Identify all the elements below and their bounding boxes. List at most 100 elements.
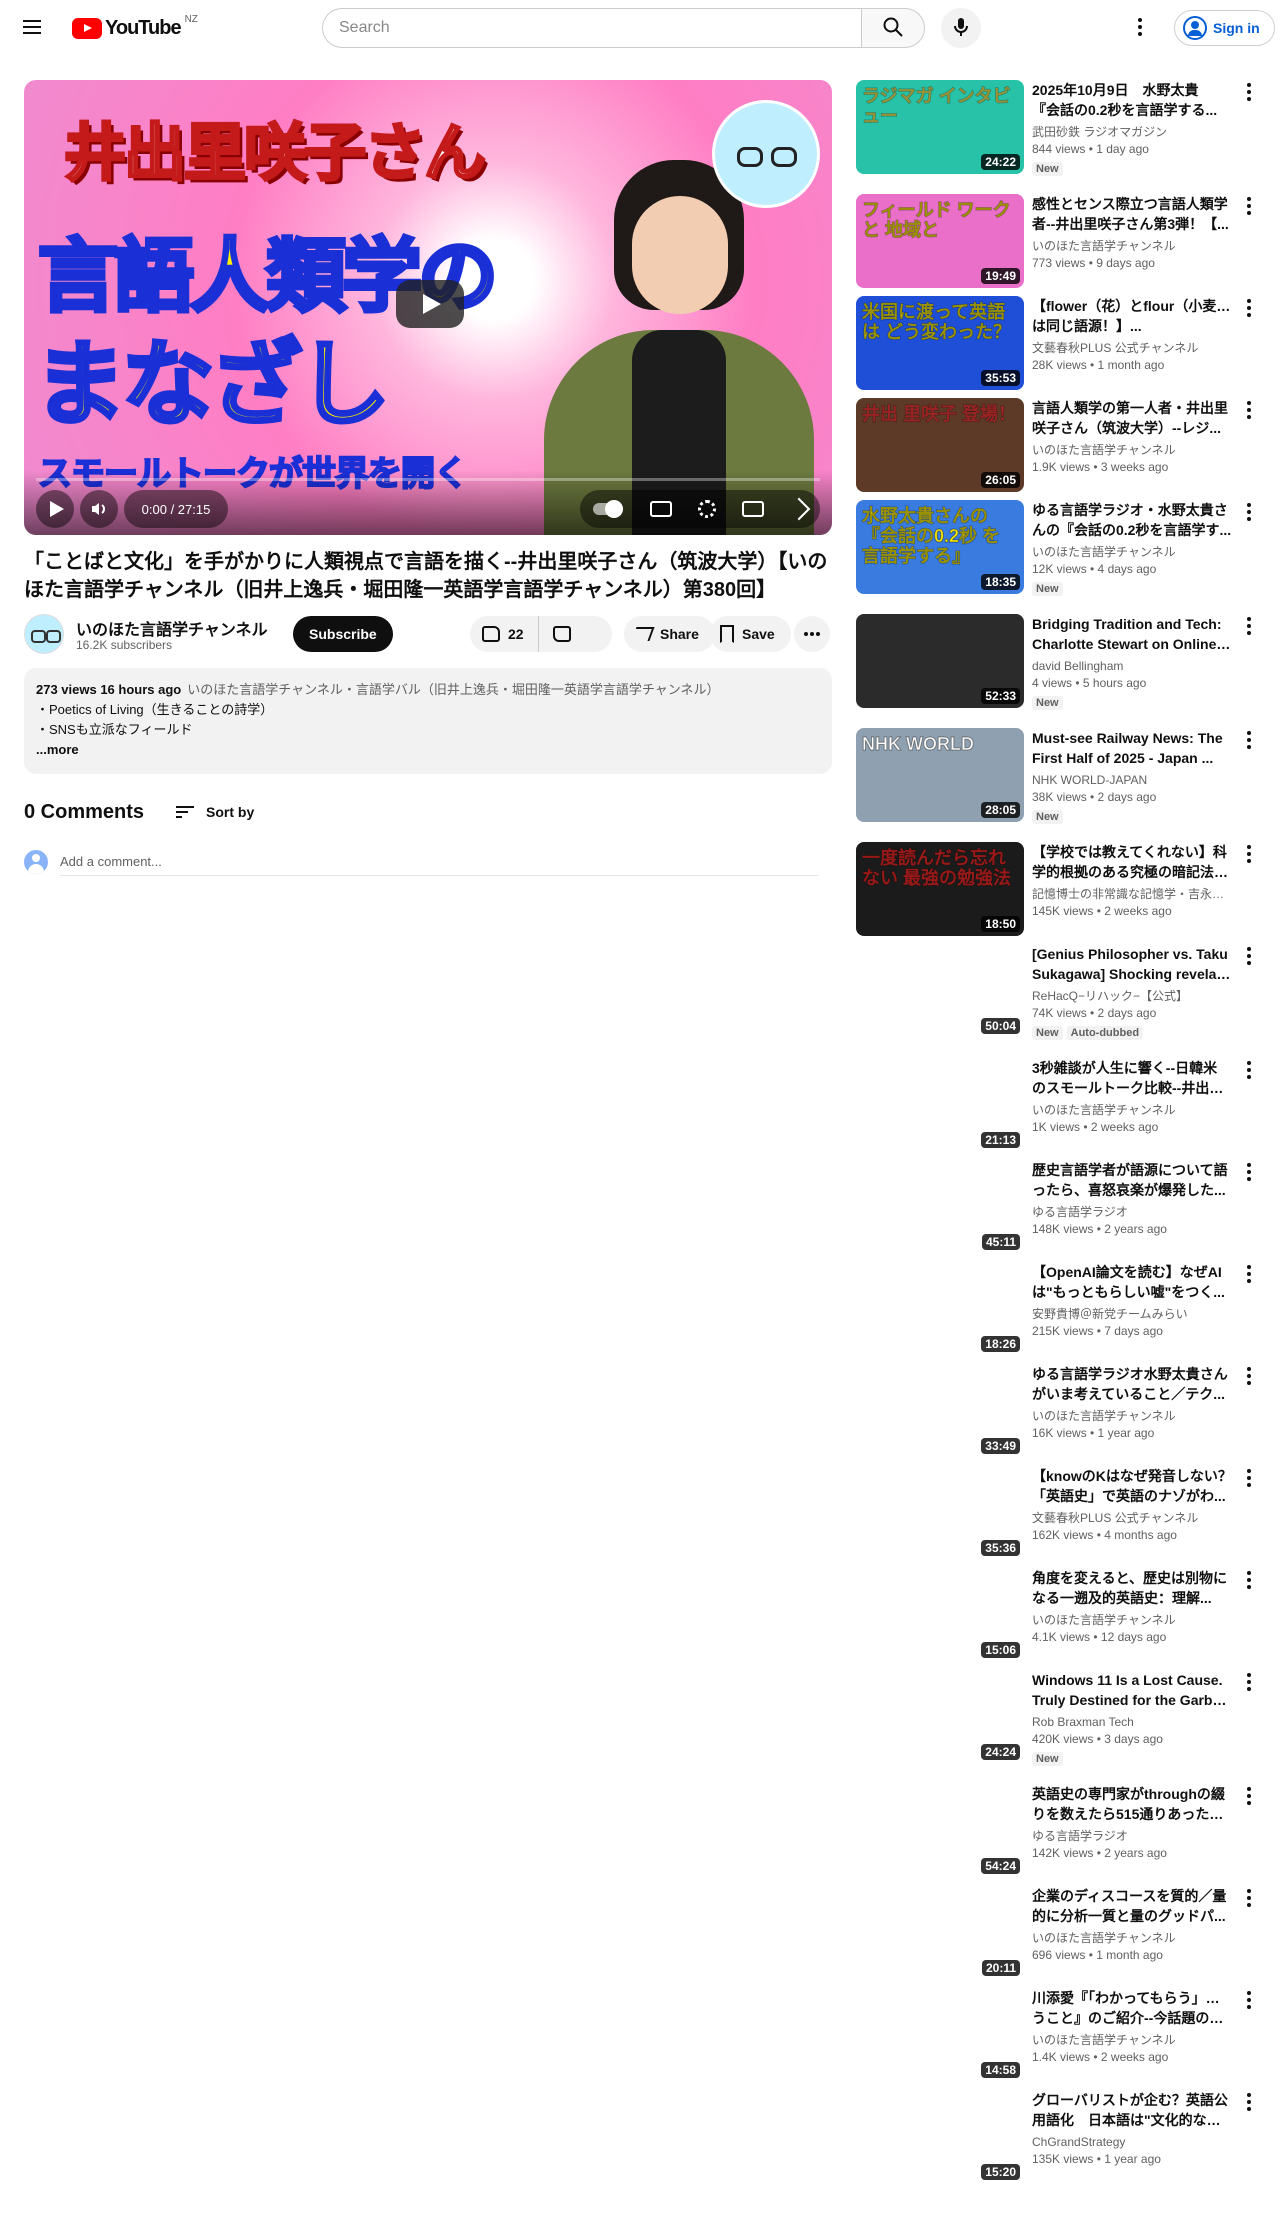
- video-thumbnail[interactable]: 24:24: [856, 1670, 1024, 1764]
- video-title[interactable]: 3秒雑談が人生に響く--日韓米 のスモールトーク比較--井出里...: [1032, 1058, 1232, 1098]
- video-channel[interactable]: ゆる言語学ラジオ: [1032, 1828, 1232, 1844]
- sort-by-button[interactable]: Sort by: [176, 803, 254, 821]
- video-title[interactable]: [Genius Philosopher vs. Taku Sukagawa] Sh…: [1032, 944, 1232, 984]
- video-channel[interactable]: 武田砂鉄 ラジオマガジン: [1032, 124, 1232, 140]
- recommended-video[interactable]: 35:36 【knowのKはなぜ発音しない？ 「英語史」で英語のナゾがわ... 文藝春…: [856, 1466, 1258, 1560]
- fullscreen-icon[interactable]: [787, 497, 811, 521]
- recommended-video[interactable]: 水野太貴さんの 『会話の0.2秒 を言語学する』 18:35 ゆる言語学ラジオ・水野…: [856, 500, 1258, 606]
- channel-avatar[interactable]: [24, 614, 64, 654]
- progress-bar[interactable]: [36, 478, 820, 481]
- video-thumbnail[interactable]: 33:49: [856, 1364, 1024, 1458]
- sign-in-button[interactable]: Sign in: [1174, 10, 1275, 46]
- video-thumbnail[interactable]: 21:13: [856, 1058, 1024, 1152]
- like-button[interactable]: 22: [470, 616, 539, 652]
- video-thumbnail[interactable]: 50:04: [856, 944, 1024, 1038]
- recommended-video[interactable]: 18:26 【OpenAI論文を読む】なぜAI は"もっともらしい嘘"をつく... 安…: [856, 1262, 1258, 1356]
- video-title[interactable]: 2025年10月9日 水野太貴 『会話の0.2秒を言語学する...: [1032, 80, 1232, 120]
- video-thumbnail[interactable]: 20:11: [856, 1886, 1024, 1980]
- subtitles-icon[interactable]: [649, 501, 672, 517]
- more-vert-icon[interactable]: [1240, 842, 1258, 866]
- search-input[interactable]: [322, 8, 862, 48]
- menu-icon[interactable]: [20, 16, 44, 40]
- recommended-video[interactable]: 15:20 グローバリストが企む？英語公 用語化 日本語は"文化的なパ... ChGr…: [856, 2090, 1258, 2184]
- channel-name[interactable]: いのほた言語学チャンネル: [76, 616, 268, 640]
- recommended-video[interactable]: ラジマガ インタビュー 24:22 2025年10月9日 水野太貴 『会話の0.2秒を…: [856, 80, 1258, 186]
- video-thumbnail[interactable]: 35:36: [856, 1466, 1024, 1560]
- video-title[interactable]: 【学校では教えてくれない】科 学的根拠のある究極の暗記法5...: [1032, 842, 1232, 882]
- more-vert-icon[interactable]: [1240, 1988, 1258, 2012]
- recommended-video[interactable]: 一度読んだら忘れない 最強の勉強法 18:50 【学校では教えてくれない】科 学的根拠…: [856, 842, 1258, 936]
- show-more-link[interactable]: ...more: [36, 740, 820, 760]
- more-vert-icon[interactable]: [1240, 2090, 1258, 2114]
- video-thumbnail[interactable]: 井出 里咲子 登場！ 26:05: [856, 398, 1024, 492]
- video-channel[interactable]: いのほた言語学チャンネル: [1032, 544, 1232, 560]
- dislike-button[interactable]: [539, 616, 585, 652]
- volume-button[interactable]: [80, 490, 118, 528]
- recommended-video[interactable]: 52:33 Bridging Tradition and Tech: Charlot…: [856, 614, 1258, 720]
- video-title[interactable]: グローバリストが企む？英語公 用語化 日本語は"文化的なパ...: [1032, 2090, 1232, 2130]
- video-channel[interactable]: いのほた言語学チャンネル: [1032, 238, 1232, 254]
- recommended-video[interactable]: 45:11 歴史言語学者が語源について語 ったら、喜怒哀楽が爆発した... ゆる言語学…: [856, 1160, 1258, 1254]
- video-title[interactable]: 企業のディスコースを質的／量 的に分析一質と量のグッドパ...: [1032, 1886, 1232, 1926]
- search-button[interactable]: [861, 8, 925, 48]
- video-channel[interactable]: 安野貴博＠新党チームみらい: [1032, 1306, 1232, 1322]
- video-thumbnail[interactable]: 15:20: [856, 2090, 1024, 2184]
- recommended-video[interactable]: 米国に渡って英語は どう変わった？ 35:53 【flower（花）とflour（小…: [856, 296, 1258, 390]
- more-actions-button[interactable]: [794, 616, 830, 652]
- video-channel[interactable]: 文藝春秋PLUS 公式チャンネル: [1032, 340, 1232, 356]
- video-thumbnail[interactable]: NHK WORLD 28:05: [856, 728, 1024, 822]
- theater-mode-icon[interactable]: [742, 501, 765, 517]
- video-channel[interactable]: NHK WORLD-JAPAN: [1032, 772, 1232, 788]
- more-vert-icon[interactable]: [1240, 1262, 1258, 1286]
- video-title[interactable]: 川添愛『「わかってもらう」とい うこと』のご紹介--今話題の川...: [1032, 1988, 1232, 2028]
- more-vert-icon[interactable]: [1240, 296, 1258, 320]
- more-vert-icon[interactable]: [1240, 1886, 1258, 1910]
- more-vert-icon[interactable]: [1240, 1466, 1258, 1490]
- recommended-video[interactable]: 20:11 企業のディスコースを質的／量 的に分析一質と量のグッドパ... いのほた言…: [856, 1886, 1258, 1980]
- video-title[interactable]: ゆる言語学ラジオ水野太貴さん がいま考えていること／テク...: [1032, 1364, 1232, 1404]
- video-channel[interactable]: Rob Braxman Tech: [1032, 1714, 1232, 1730]
- recommended-video[interactable]: 54:24 英語史の専門家がthroughの綴 りを数えたら515通りあった話...…: [856, 1784, 1258, 1878]
- video-title[interactable]: 歴史言語学者が語源について語 ったら、喜怒哀楽が爆発した...: [1032, 1160, 1232, 1200]
- share-button[interactable]: Share: [624, 616, 715, 652]
- subscribe-button[interactable]: Subscribe: [293, 616, 393, 652]
- more-vert-icon[interactable]: [1240, 500, 1258, 524]
- play-button[interactable]: [36, 490, 74, 528]
- video-thumbnail[interactable]: 14:58: [856, 1988, 1024, 2082]
- video-channel[interactable]: 記憶博士の非常識な記憶学・吉永先生: [1032, 886, 1232, 902]
- video-channel[interactable]: いのほた言語学チャンネル: [1032, 1930, 1232, 1946]
- recommended-video[interactable]: NHK WORLD 28:05 Must-see Railway News: The…: [856, 728, 1258, 834]
- video-thumbnail[interactable]: フィールド ワークと 地域と 19:49: [856, 194, 1024, 288]
- recommended-video[interactable]: 井出 里咲子 登場！ 26:05 言語人類学の第一人者・井出里 咲子さん（筑波大学）-…: [856, 398, 1258, 492]
- more-vert-icon[interactable]: [1240, 614, 1258, 638]
- recommended-video[interactable]: 24:24 Windows 11 Is a Lost Cause. Truly De…: [856, 1670, 1258, 1776]
- more-vert-icon[interactable]: [1240, 728, 1258, 752]
- video-channel[interactable]: いのほた言語学チャンネル: [1032, 1408, 1232, 1424]
- video-thumbnail[interactable]: ラジマガ インタビュー 24:22: [856, 80, 1024, 174]
- large-play-button[interactable]: [396, 280, 464, 328]
- video-thumbnail[interactable]: 水野太貴さんの 『会話の0.2秒 を言語学する』 18:35: [856, 500, 1024, 594]
- more-vert-icon[interactable]: [1240, 194, 1258, 218]
- more-vert-icon[interactable]: [1240, 398, 1258, 422]
- recommended-video[interactable]: 33:49 ゆる言語学ラジオ水野太貴さん がいま考えていること／テク... いのほた言…: [856, 1364, 1258, 1458]
- more-vert-icon[interactable]: [1240, 1364, 1258, 1388]
- video-thumbnail[interactable]: 米国に渡って英語は どう変わった？ 35:53: [856, 296, 1024, 390]
- video-title[interactable]: 言語人類学の第一人者・井出里 咲子さん（筑波大学）--レジ...: [1032, 398, 1232, 438]
- settings-gear-icon[interactable]: [697, 500, 716, 518]
- video-channel[interactable]: david Bellingham: [1032, 658, 1232, 674]
- recommended-video[interactable]: 15:06 角度を変えると、歴史は別物に なる一遡及的英語史：理解... いのほた言語…: [856, 1568, 1258, 1662]
- recommended-video[interactable]: 14:58 川添愛『「わかってもらう」とい うこと』のご紹介--今話題の川... いの…: [856, 1988, 1258, 2082]
- video-title[interactable]: 【OpenAI論文を読む】なぜAI は"もっともらしい嘘"をつく...: [1032, 1262, 1232, 1302]
- video-channel[interactable]: ゆる言語学ラジオ: [1032, 1204, 1232, 1220]
- video-thumbnail[interactable]: 52:33: [856, 614, 1024, 708]
- more-vert-icon[interactable]: [1240, 1568, 1258, 1592]
- more-vert-icon[interactable]: [1240, 944, 1258, 968]
- settings-more-button[interactable]: [1124, 12, 1156, 44]
- video-title[interactable]: ゆる言語学ラジオ・水野太貴さ んの『会話の0.2秒を言語学す...: [1032, 500, 1232, 540]
- video-title[interactable]: 英語史の専門家がthroughの綴 りを数えたら515通りあった話...: [1032, 1784, 1232, 1824]
- more-vert-icon[interactable]: [1240, 80, 1258, 104]
- video-title[interactable]: Bridging Tradition and Tech: Charlotte St…: [1032, 614, 1232, 654]
- video-title[interactable]: 感性とセンス際立つ言語人類学 者--井出里咲子さん第3弾！【...: [1032, 194, 1232, 234]
- save-button[interactable]: Save: [710, 616, 791, 652]
- recommended-video[interactable]: 21:13 3秒雑談が人生に響く--日韓米 のスモールトーク比較--井出里... いの…: [856, 1058, 1258, 1152]
